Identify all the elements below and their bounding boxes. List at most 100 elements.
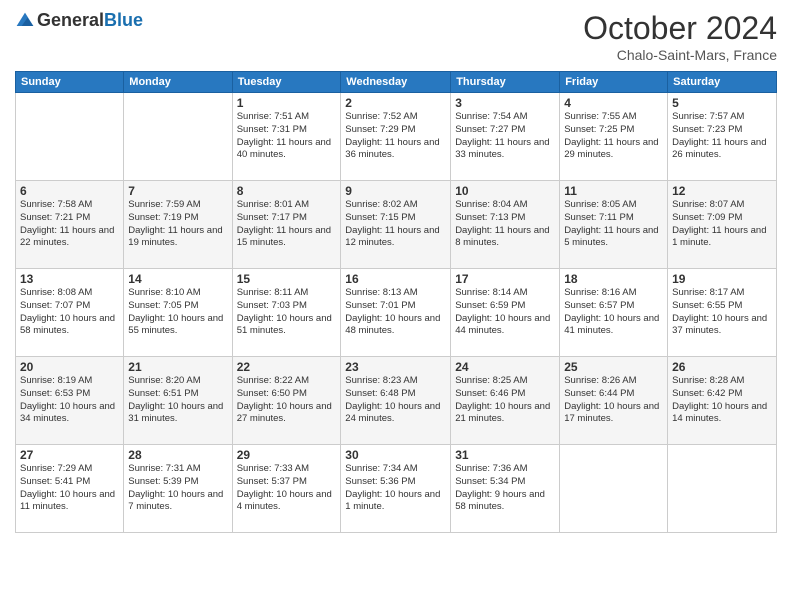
table-row: 16Sunrise: 8:13 AM Sunset: 7:01 PM Dayli…	[341, 269, 451, 357]
table-row: 25Sunrise: 8:26 AM Sunset: 6:44 PM Dayli…	[560, 357, 668, 445]
col-wednesday: Wednesday	[341, 72, 451, 93]
day-info: Sunrise: 7:33 AM Sunset: 5:37 PM Dayligh…	[237, 463, 337, 514]
day-info: Sunrise: 8:02 AM Sunset: 7:15 PM Dayligh…	[345, 199, 446, 250]
day-info: Sunrise: 7:57 AM Sunset: 7:23 PM Dayligh…	[672, 111, 772, 162]
day-info: Sunrise: 8:26 AM Sunset: 6:44 PM Dayligh…	[564, 375, 663, 426]
table-row: 24Sunrise: 8:25 AM Sunset: 6:46 PM Dayli…	[451, 357, 560, 445]
day-number: 18	[564, 272, 663, 286]
table-row: 14Sunrise: 8:10 AM Sunset: 7:05 PM Dayli…	[124, 269, 232, 357]
table-row: 27Sunrise: 7:29 AM Sunset: 5:41 PM Dayli…	[16, 445, 124, 533]
day-info: Sunrise: 8:20 AM Sunset: 6:51 PM Dayligh…	[128, 375, 227, 426]
month-title: October 2024	[583, 10, 777, 47]
day-number: 30	[345, 448, 446, 462]
table-row: 23Sunrise: 8:23 AM Sunset: 6:48 PM Dayli…	[341, 357, 451, 445]
location-subtitle: Chalo-Saint-Mars, France	[583, 47, 777, 63]
day-info: Sunrise: 8:11 AM Sunset: 7:03 PM Dayligh…	[237, 287, 337, 338]
table-row: 12Sunrise: 8:07 AM Sunset: 7:09 PM Dayli…	[668, 181, 777, 269]
day-number: 12	[672, 184, 772, 198]
table-row: 1Sunrise: 7:51 AM Sunset: 7:31 PM Daylig…	[232, 93, 341, 181]
day-info: Sunrise: 7:52 AM Sunset: 7:29 PM Dayligh…	[345, 111, 446, 162]
col-saturday: Saturday	[668, 72, 777, 93]
table-row: 29Sunrise: 7:33 AM Sunset: 5:37 PM Dayli…	[232, 445, 341, 533]
logo-general: General	[37, 10, 104, 30]
table-row: 28Sunrise: 7:31 AM Sunset: 5:39 PM Dayli…	[124, 445, 232, 533]
day-number: 16	[345, 272, 446, 286]
day-number: 17	[455, 272, 555, 286]
table-row: 9Sunrise: 8:02 AM Sunset: 7:15 PM Daylig…	[341, 181, 451, 269]
table-row	[668, 445, 777, 533]
day-info: Sunrise: 7:29 AM Sunset: 5:41 PM Dayligh…	[20, 463, 119, 514]
day-number: 27	[20, 448, 119, 462]
day-number: 25	[564, 360, 663, 374]
day-number: 13	[20, 272, 119, 286]
page: GeneralBlue October 2024 Chalo-Saint-Mar…	[0, 0, 792, 612]
day-info: Sunrise: 7:51 AM Sunset: 7:31 PM Dayligh…	[237, 111, 337, 162]
table-row	[16, 93, 124, 181]
table-row: 17Sunrise: 8:14 AM Sunset: 6:59 PM Dayli…	[451, 269, 560, 357]
calendar-week-row: 1Sunrise: 7:51 AM Sunset: 7:31 PM Daylig…	[16, 93, 777, 181]
day-number: 26	[672, 360, 772, 374]
table-row: 26Sunrise: 8:28 AM Sunset: 6:42 PM Dayli…	[668, 357, 777, 445]
day-info: Sunrise: 7:59 AM Sunset: 7:19 PM Dayligh…	[128, 199, 227, 250]
day-info: Sunrise: 8:23 AM Sunset: 6:48 PM Dayligh…	[345, 375, 446, 426]
table-row: 19Sunrise: 8:17 AM Sunset: 6:55 PM Dayli…	[668, 269, 777, 357]
table-row: 20Sunrise: 8:19 AM Sunset: 6:53 PM Dayli…	[16, 357, 124, 445]
day-info: Sunrise: 7:58 AM Sunset: 7:21 PM Dayligh…	[20, 199, 119, 250]
day-info: Sunrise: 8:25 AM Sunset: 6:46 PM Dayligh…	[455, 375, 555, 426]
day-number: 15	[237, 272, 337, 286]
col-thursday: Thursday	[451, 72, 560, 93]
logo-text: GeneralBlue	[37, 10, 143, 31]
table-row: 11Sunrise: 8:05 AM Sunset: 7:11 PM Dayli…	[560, 181, 668, 269]
day-info: Sunrise: 8:28 AM Sunset: 6:42 PM Dayligh…	[672, 375, 772, 426]
day-number: 19	[672, 272, 772, 286]
day-info: Sunrise: 8:19 AM Sunset: 6:53 PM Dayligh…	[20, 375, 119, 426]
table-row: 3Sunrise: 7:54 AM Sunset: 7:27 PM Daylig…	[451, 93, 560, 181]
table-row: 10Sunrise: 8:04 AM Sunset: 7:13 PM Dayli…	[451, 181, 560, 269]
table-row	[560, 445, 668, 533]
logo-blue: Blue	[104, 10, 143, 30]
day-number: 11	[564, 184, 663, 198]
day-number: 21	[128, 360, 227, 374]
calendar-week-row: 6Sunrise: 7:58 AM Sunset: 7:21 PM Daylig…	[16, 181, 777, 269]
day-info: Sunrise: 8:17 AM Sunset: 6:55 PM Dayligh…	[672, 287, 772, 338]
col-sunday: Sunday	[16, 72, 124, 93]
day-number: 2	[345, 96, 446, 110]
day-info: Sunrise: 8:07 AM Sunset: 7:09 PM Dayligh…	[672, 199, 772, 250]
table-row: 4Sunrise: 7:55 AM Sunset: 7:25 PM Daylig…	[560, 93, 668, 181]
day-info: Sunrise: 7:55 AM Sunset: 7:25 PM Dayligh…	[564, 111, 663, 162]
table-row: 18Sunrise: 8:16 AM Sunset: 6:57 PM Dayli…	[560, 269, 668, 357]
logo: GeneralBlue	[15, 10, 143, 31]
table-row: 5Sunrise: 7:57 AM Sunset: 7:23 PM Daylig…	[668, 93, 777, 181]
day-number: 6	[20, 184, 119, 198]
day-number: 9	[345, 184, 446, 198]
table-row: 2Sunrise: 7:52 AM Sunset: 7:29 PM Daylig…	[341, 93, 451, 181]
day-number: 8	[237, 184, 337, 198]
calendar-week-row: 20Sunrise: 8:19 AM Sunset: 6:53 PM Dayli…	[16, 357, 777, 445]
day-number: 1	[237, 96, 337, 110]
table-row: 7Sunrise: 7:59 AM Sunset: 7:19 PM Daylig…	[124, 181, 232, 269]
table-row: 21Sunrise: 8:20 AM Sunset: 6:51 PM Dayli…	[124, 357, 232, 445]
day-info: Sunrise: 8:16 AM Sunset: 6:57 PM Dayligh…	[564, 287, 663, 338]
day-number: 31	[455, 448, 555, 462]
day-info: Sunrise: 7:54 AM Sunset: 7:27 PM Dayligh…	[455, 111, 555, 162]
calendar-header-row: Sunday Monday Tuesday Wednesday Thursday…	[16, 72, 777, 93]
table-row: 6Sunrise: 7:58 AM Sunset: 7:21 PM Daylig…	[16, 181, 124, 269]
day-number: 3	[455, 96, 555, 110]
day-info: Sunrise: 8:05 AM Sunset: 7:11 PM Dayligh…	[564, 199, 663, 250]
day-number: 14	[128, 272, 227, 286]
calendar-table: Sunday Monday Tuesday Wednesday Thursday…	[15, 71, 777, 533]
day-info: Sunrise: 8:14 AM Sunset: 6:59 PM Dayligh…	[455, 287, 555, 338]
day-info: Sunrise: 8:13 AM Sunset: 7:01 PM Dayligh…	[345, 287, 446, 338]
day-info: Sunrise: 8:04 AM Sunset: 7:13 PM Dayligh…	[455, 199, 555, 250]
day-number: 10	[455, 184, 555, 198]
table-row: 31Sunrise: 7:36 AM Sunset: 5:34 PM Dayli…	[451, 445, 560, 533]
day-info: Sunrise: 7:36 AM Sunset: 5:34 PM Dayligh…	[455, 463, 555, 514]
title-block: October 2024 Chalo-Saint-Mars, France	[583, 10, 777, 63]
calendar-week-row: 27Sunrise: 7:29 AM Sunset: 5:41 PM Dayli…	[16, 445, 777, 533]
day-number: 29	[237, 448, 337, 462]
col-tuesday: Tuesday	[232, 72, 341, 93]
col-friday: Friday	[560, 72, 668, 93]
col-monday: Monday	[124, 72, 232, 93]
day-number: 23	[345, 360, 446, 374]
day-info: Sunrise: 8:10 AM Sunset: 7:05 PM Dayligh…	[128, 287, 227, 338]
